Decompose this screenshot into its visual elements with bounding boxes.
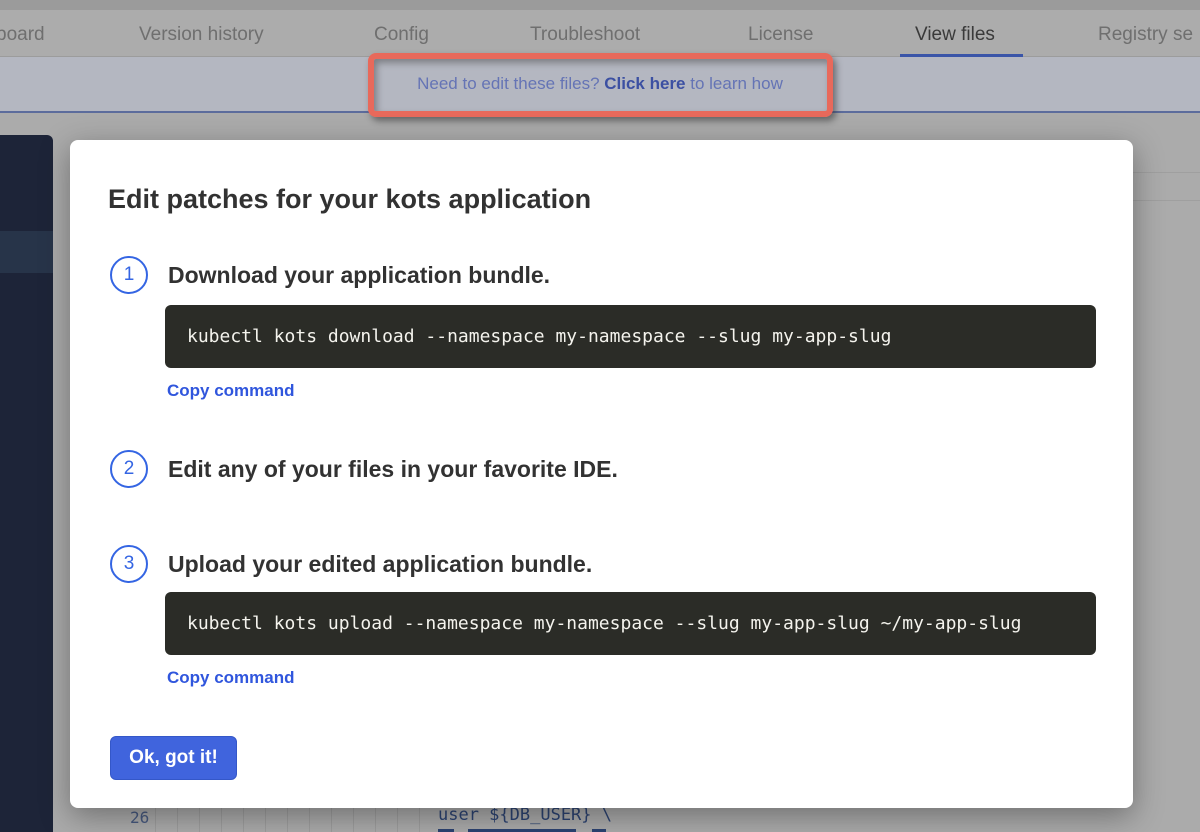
step-2-number-badge: 2 [110, 450, 148, 488]
edit-patches-modal: Edit patches for your kots application 1… [70, 140, 1133, 808]
file-row-divider [1131, 200, 1200, 201]
tab-dashboard-partial[interactable]: board [0, 24, 45, 46]
copy-upload-command-link[interactable]: Copy command [167, 668, 295, 688]
screen: 26 user ${DB_USER} \ board Version histo… [0, 0, 1200, 832]
download-command-codeblock: kubectl kots download --namespace my-nam… [165, 305, 1096, 368]
step-1-title: Download your application bundle. [168, 262, 550, 289]
tab-version-history[interactable]: Version history [139, 24, 264, 46]
step-1-number-badge: 1 [110, 256, 148, 294]
step-3-number-badge: 3 [110, 545, 148, 583]
code-editor-strip: 26 user ${DB_USER} \ [0, 808, 1200, 832]
modal-title: Edit patches for your kots application [108, 184, 591, 215]
file-tree-sidebar [0, 135, 53, 832]
file-row-divider [1131, 172, 1200, 173]
ok-got-it-button[interactable]: Ok, got it! [110, 736, 237, 780]
tab-troubleshoot[interactable]: Troubleshoot [530, 24, 640, 46]
upload-command-codeblock: kubectl kots upload --namespace my-names… [165, 592, 1096, 655]
tab-license[interactable]: License [748, 24, 814, 46]
sidebar-selected-item[interactable] [0, 231, 53, 273]
tab-registry-settings-partial[interactable]: Registry se [1098, 24, 1193, 46]
tab-config[interactable]: Config [374, 24, 429, 46]
editor-code-line: user ${DB_USER} \ [438, 805, 612, 825]
indent-guides [155, 808, 427, 832]
editor-line-number: 26 [130, 808, 149, 827]
tab-view-files[interactable]: View files [915, 24, 995, 46]
app-navbar: board Version history Config Troubleshoo… [0, 0, 1200, 57]
step-2-title: Edit any of your files in your favorite … [168, 456, 618, 483]
annotation-highlight-box [368, 53, 833, 117]
step-3-title: Upload your edited application bundle. [168, 551, 592, 578]
copy-download-command-link[interactable]: Copy command [167, 381, 295, 401]
